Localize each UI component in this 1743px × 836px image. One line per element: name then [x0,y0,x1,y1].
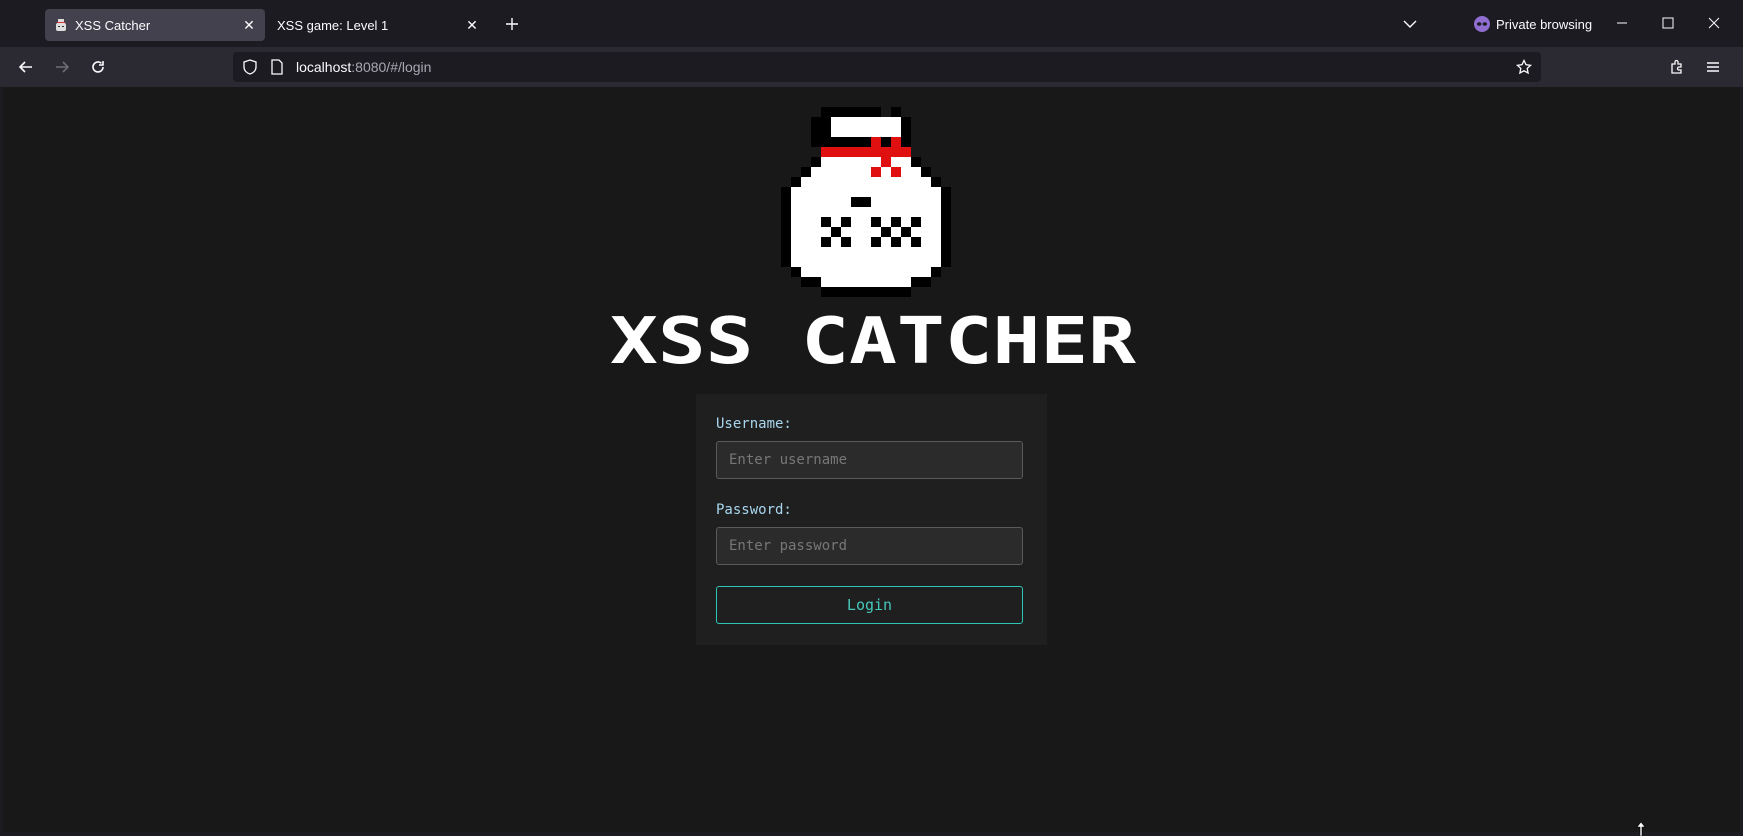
forward-arrow-icon[interactable] [47,52,77,82]
tab-title: XSS game: Level 1 [277,17,389,33]
password-input[interactable] [716,527,1023,565]
page-info-icon[interactable] [269,59,285,75]
private-browsing-indicator: Private browsing [1474,12,1592,36]
tab-strip: XSS Catcher ✕ XSS game: Level 1 ✕ Privat… [0,0,1743,47]
close-window-icon[interactable] [1699,8,1729,38]
bookmark-star-icon[interactable] [1516,59,1532,75]
minimize-icon[interactable] [1607,8,1637,38]
menu-hamburger-icon[interactable] [1698,52,1728,82]
close-tab-icon[interactable]: ✕ [460,13,484,37]
username-label: Username: [716,416,792,432]
tab-xss-catcher[interactable]: XSS Catcher ✕ [45,9,265,41]
mouse-cursor-icon [1636,822,1646,836]
url-host: localhost [296,59,352,75]
navigation-toolbar: localhost:8080/#/login [0,47,1743,87]
close-tab-icon[interactable]: ✕ [237,13,261,37]
tracking-protection-shield-icon[interactable] [242,59,258,75]
reload-icon[interactable] [83,52,113,82]
tab-title: XSS Catcher [75,17,151,33]
page-content: XSS CATCHER Username: Password: Login [3,87,1740,832]
login-button[interactable]: Login [716,586,1023,624]
url-path: :8080/#/login [351,59,432,75]
tab-xss-game[interactable]: XSS game: Level 1 ✕ [268,9,488,41]
url-text: localhost:8080/#/login [296,59,431,75]
address-bar[interactable]: localhost:8080/#/login [233,52,1541,82]
extensions-puzzle-icon[interactable] [1662,52,1692,82]
username-input[interactable] [716,441,1023,479]
password-label: Password: [716,502,792,518]
new-tab-plus-icon[interactable] [499,11,525,37]
browser-window: XSS Catcher ✕ XSS game: Level 1 ✕ Privat… [0,0,1743,836]
maximize-icon[interactable] [1653,8,1683,38]
brand-title: XSS CATCHER [610,315,1136,370]
list-all-tabs-chevron-down-icon[interactable] [1398,12,1422,36]
back-arrow-icon[interactable] [11,52,41,82]
xss-catcher-bag-mascot-logo [781,107,951,297]
private-browsing-label: Private browsing [1496,16,1593,32]
login-form: Username: Password: Login [696,394,1047,645]
brand-title-text: XSS CATCHER [610,315,1136,370]
xss-catcher-favicon-icon [53,17,69,33]
private-mask-icon [1474,16,1490,32]
